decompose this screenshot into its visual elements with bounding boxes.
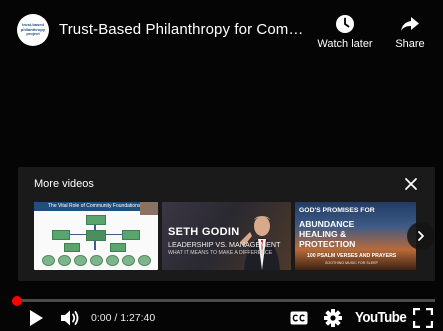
next-videos-button[interactable]	[407, 222, 435, 250]
top-bar: trust-based philanthropy project Trust-B…	[0, 0, 443, 64]
diagram-node	[74, 255, 87, 266]
video-player[interactable]: trust-based philanthropy project Trust-B…	[0, 0, 443, 331]
gear-icon[interactable]	[323, 308, 343, 328]
diagram-node	[138, 255, 151, 266]
thumbnail-title-line: LEADERSHIP VS. MANAGEMENT	[168, 240, 281, 249]
progress-bar[interactable]	[17, 299, 435, 302]
diagram-node	[110, 243, 126, 252]
clock-icon	[336, 15, 354, 33]
video-thumbnail-community-foundations[interactable]: The Vital Role of Community Foundations	[34, 202, 158, 270]
diagram-node	[58, 255, 71, 266]
thumbnail-subtitle-line: 100 PSALM VERSES AND PRAYERS	[307, 253, 397, 259]
fullscreen-icon[interactable]	[413, 308, 433, 328]
thumbnail-subtitle-line: WHAT IT MEANS TO MAKE A DIFFERENCE	[168, 250, 273, 256]
diagram-node	[86, 230, 106, 241]
channel-logo-text: trust-based philanthropy project	[20, 22, 46, 37]
progress-scrubber[interactable]	[12, 296, 22, 306]
diagram-node	[90, 255, 103, 266]
diagram-node	[64, 243, 80, 252]
thumbnail-title-line: HEALING &	[299, 229, 347, 239]
volume-icon[interactable]	[60, 309, 80, 327]
share-button[interactable]: Share	[388, 14, 432, 50]
presenter-thumbnail	[140, 202, 158, 215]
share-arrow-icon	[401, 17, 419, 31]
video-thumbnail-gods-promises[interactable]: GOD'S PROMISES FOR ABUNDANCE HEALING & P…	[295, 202, 416, 270]
closed-captions-icon[interactable]	[290, 311, 308, 325]
play-icon[interactable]	[28, 309, 44, 327]
thumbnail-title-line: ABUNDANCE	[299, 219, 355, 229]
watch-later-label: Watch later	[317, 38, 373, 50]
thumbnail-speaker-name: SETH GODIN	[168, 226, 240, 238]
diagram-node	[86, 215, 106, 225]
thumbnail-heading: The Vital Role of Community Foundations	[48, 203, 141, 209]
watch-later-button[interactable]: Watch later	[312, 14, 378, 50]
diagram-node	[122, 255, 135, 266]
thumbnail-caption-line: SOOTHING MUSIC FOR SLEEP	[325, 261, 378, 265]
diagram-node	[106, 255, 119, 266]
time-display: 0:00 / 1:27:40	[91, 312, 156, 324]
youtube-logo[interactable]: YouTube	[355, 310, 407, 326]
diagram-node	[42, 255, 55, 266]
share-label: Share	[395, 38, 425, 50]
more-videos-title: More videos	[34, 178, 94, 190]
chevron-right-icon	[418, 231, 424, 241]
video-title[interactable]: Trust-Based Philanthropy for Comm...	[59, 21, 304, 38]
thumbnail-title-line: GOD'S PROMISES FOR	[299, 207, 375, 214]
video-thumbnail-seth-godin[interactable]: SETH GODIN LEADERSHIP VS. MANAGEMENT WHA…	[162, 202, 291, 270]
diagram-node	[52, 230, 70, 240]
more-videos-panel: More videos The Vital Role of Community …	[18, 167, 435, 281]
thumbnail-title-line: PROTECTION	[299, 239, 356, 249]
close-icon[interactable]	[403, 176, 419, 192]
diagram-node	[122, 230, 140, 240]
channel-avatar[interactable]: trust-based philanthropy project	[17, 14, 49, 46]
